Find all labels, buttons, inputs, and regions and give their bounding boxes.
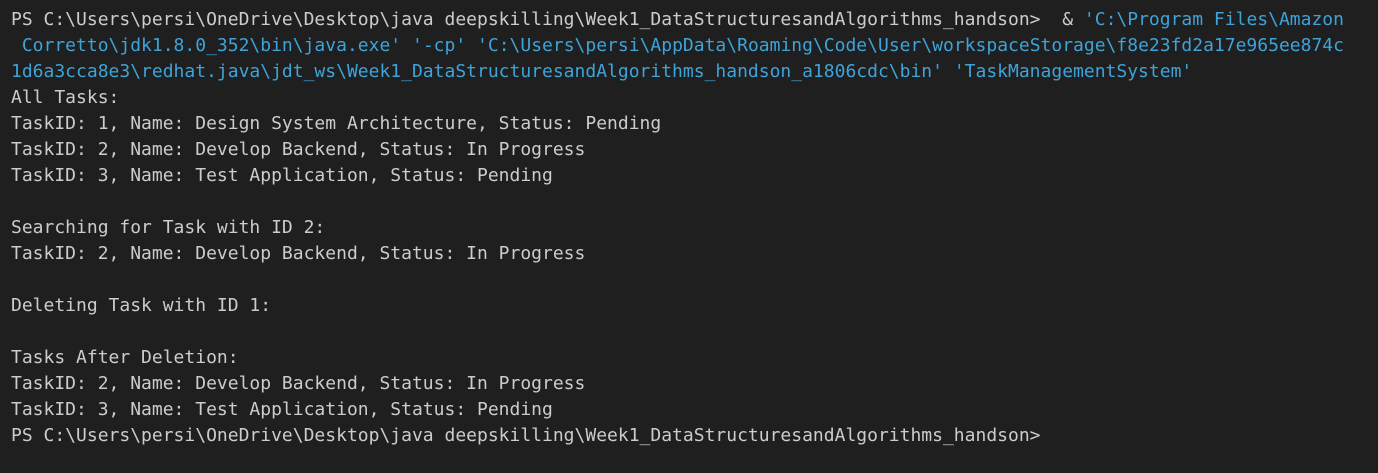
- command-line-wrap: 1d6a3cca8e3\redhat.java\jdt_ws\Week1_Dat…: [11, 59, 1378, 85]
- delete-heading: Deleting Task with ID 1:: [11, 295, 272, 316]
- command-line: PS C:\Users\persi\OneDrive\Desktop\java …: [11, 7, 1378, 33]
- main-class-argument: 'TaskManagementSystem': [953, 61, 1193, 82]
- output-task-line: TaskID: 2, Name: Develop Backend, Status…: [11, 139, 586, 160]
- output-task-line: TaskID: 2, Name: Develop Backend, Status…: [11, 373, 586, 394]
- cp-flag-argument: '-cp': [411, 35, 467, 56]
- terminal-panel[interactable]: PS C:\Users\persi\OneDrive\Desktop\java …: [0, 0, 1378, 473]
- output-task-line: TaskID: 3, Name: Test Application, Statu…: [11, 165, 553, 186]
- search-result-line: TaskID: 2, Name: Develop Backend, Status…: [11, 243, 586, 264]
- final-prompt: PS C:\Users\persi\OneDrive\Desktop\java …: [11, 425, 1041, 446]
- call-operator: &: [1062, 9, 1074, 30]
- prompt-text: PS C:\Users\persi\OneDrive\Desktop\java …: [11, 9, 1041, 30]
- classpath-argument-cont: 1d6a3cca8e3\redhat.java\jdt_ws\Week1_Dat…: [11, 61, 943, 82]
- classpath-argument: 'C:\Users\persi\AppData\Roaming\Code\Use…: [477, 35, 1344, 56]
- after-delete-heading: Tasks After Deletion:: [11, 347, 239, 368]
- java-path-argument-cont: Corretto\jdk1.8.0_352\bin\java.exe': [11, 35, 402, 56]
- output-task-line: TaskID: 3, Name: Test Application, Statu…: [11, 399, 553, 420]
- output-task-line: TaskID: 1, Name: Design System Architect…: [11, 113, 662, 134]
- command-line-wrap: Corretto\jdk1.8.0_352\bin\java.exe' '-cp…: [11, 33, 1378, 59]
- search-heading: Searching for Task with ID 2:: [11, 217, 326, 238]
- java-path-argument: 'C:\Program Files\Amazon: [1083, 9, 1344, 30]
- all-tasks-heading: All Tasks:: [11, 87, 120, 108]
